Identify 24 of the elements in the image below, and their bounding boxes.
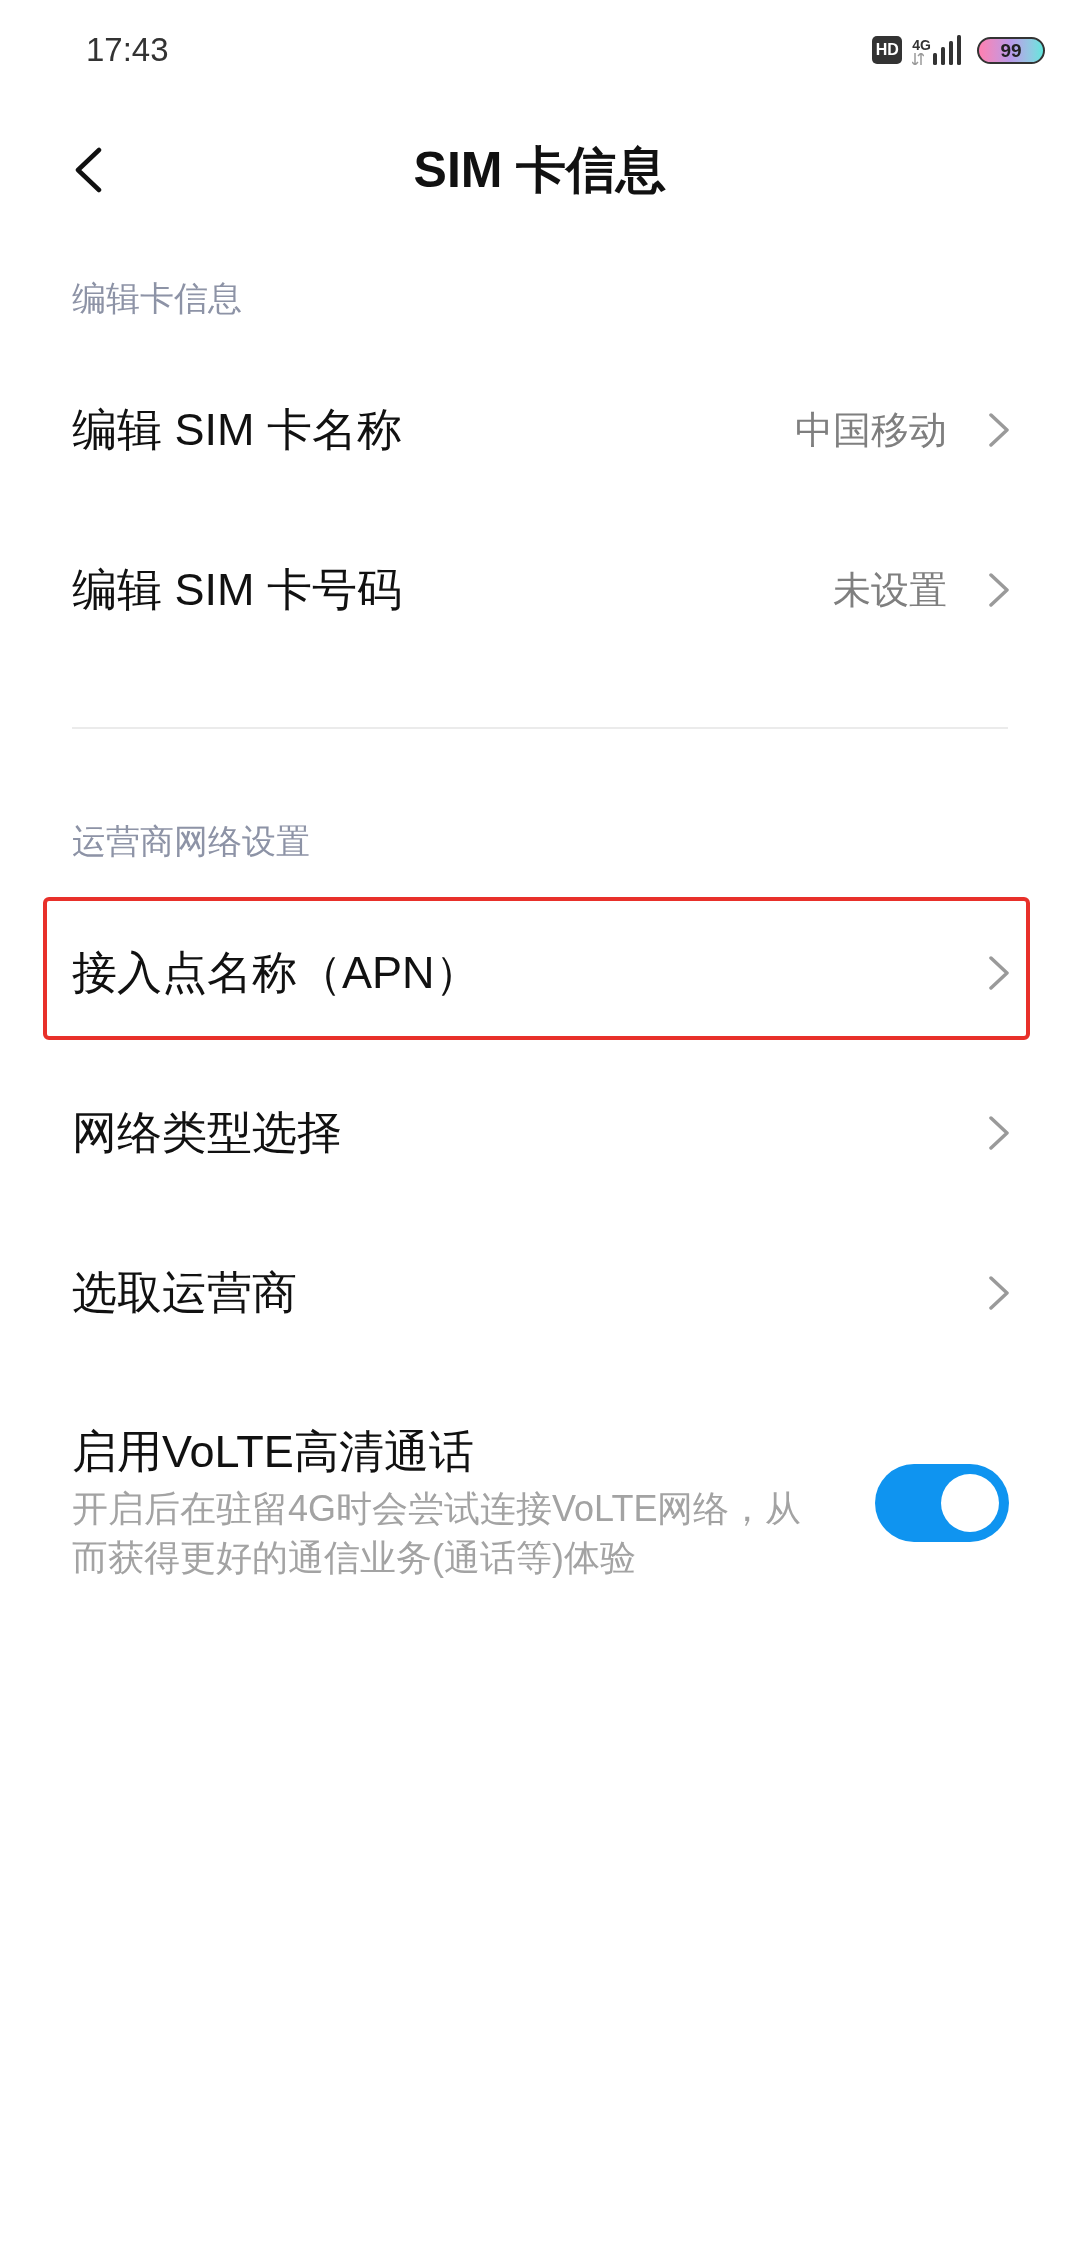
back-icon — [74, 147, 102, 193]
chevron-right-icon — [989, 413, 1009, 447]
chevron-right-icon — [989, 1116, 1009, 1150]
signal-icon — [933, 35, 963, 65]
setting-title: 启用VoLTE高清通话 — [72, 1425, 474, 1479]
settings-item[interactable]: 编辑 SIM 卡号码 未设置 — [0, 510, 1080, 670]
setting-description: 开启后在驻留4G时会尝试连接VoLTE网络，从而获得更好的通信业务(通话等)体验 — [72, 1487, 803, 1580]
network-type-label: 4G — [912, 38, 931, 53]
status-time: 17:43 — [86, 30, 169, 70]
item-value: 未设置 — [833, 568, 947, 613]
settings-item[interactable]: 选取运营商 — [0, 1213, 1080, 1373]
section-header: 运营商网络设置 — [72, 821, 310, 862]
chevron-right-icon — [989, 1276, 1009, 1310]
settings-item[interactable]: 编辑 SIM 卡名称 中国移动 — [0, 350, 1080, 510]
settings-item[interactable]: 接入点名称（APN） — [0, 893, 1080, 1053]
settings-item[interactable]: 网络类型选择 — [0, 1053, 1080, 1213]
hd-indicator: HD — [872, 36, 903, 64]
data-activity-icon — [912, 53, 925, 65]
item-value: 中国移动 — [795, 408, 947, 453]
chevron-right-icon — [989, 956, 1009, 990]
battery-indicator: 99 — [977, 36, 1045, 64]
chevron-right-icon — [989, 573, 1009, 607]
section-header: 编辑卡信息 — [72, 278, 242, 319]
page-title: SIM 卡信息 — [413, 141, 667, 200]
